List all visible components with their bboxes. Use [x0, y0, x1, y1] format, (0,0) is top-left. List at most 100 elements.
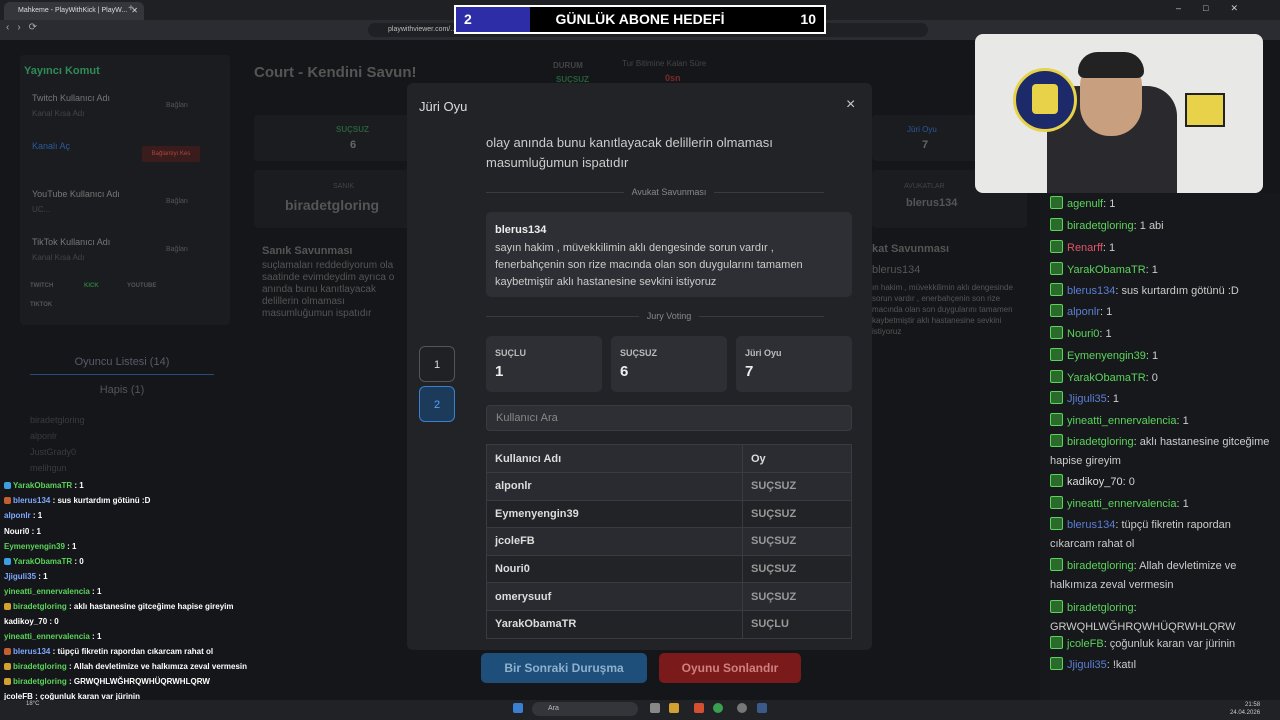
chat-username[interactable]: biradetgloring — [1067, 560, 1134, 572]
youtube-username-field[interactable]: UC... — [32, 205, 50, 214]
steam-icon[interactable] — [757, 703, 767, 713]
vote-table: Kullanıcı Adı Oy alponlr SUÇSUZ Eymenyeng… — [486, 444, 852, 639]
overlay-chat-text: : sus kurtardım götünü :D — [50, 496, 151, 505]
round-1-button[interactable]: 1 — [419, 346, 455, 382]
youtube-connect-button[interactable]: Bağlan — [166, 198, 188, 205]
url-text: playwithviewer.com/... — [388, 26, 457, 33]
chat-badge-icon — [1050, 517, 1063, 530]
chat-message: biradetgloring: 1 abi — [1050, 217, 1270, 236]
platform-tiktok[interactable]: TIKTOK — [30, 302, 52, 308]
chat-message: Nouri0: 1 — [1050, 325, 1270, 344]
jury-label: Jüri Oyu — [745, 348, 782, 358]
chat-text: : 1 — [1103, 198, 1116, 210]
twitch-username-field[interactable]: Kanal Kısa Adı — [32, 109, 84, 118]
chat-username[interactable]: blerus134 — [1067, 285, 1115, 297]
overlay-chat-text: : Allah devletimize ve halkımıza zeval v… — [66, 662, 248, 671]
chat-username[interactable]: yineatti_ennervalencia — [1067, 415, 1176, 427]
overlay-chat-message: Nouri0 : 1 — [4, 527, 41, 536]
goal-target: 10 — [800, 11, 816, 27]
streamer-panel-title: Yayıncı Komut — [24, 65, 100, 77]
chat-username[interactable]: agenulf — [1067, 198, 1103, 210]
chat-message: Jjiguli35: !katıl — [1050, 656, 1270, 675]
chat-username[interactable]: Renarff — [1067, 242, 1103, 254]
next-hearing-button[interactable]: Bir Sonraki Duruşma — [481, 653, 647, 683]
round-2-button[interactable]: 2 — [419, 386, 455, 422]
start-icon[interactable] — [513, 703, 523, 713]
player-item: alponlr — [30, 431, 58, 441]
chat-username[interactable]: biradetgloring — [1067, 436, 1134, 448]
row-vote: SUÇSUZ — [742, 472, 852, 501]
chat-message: YarakObamaTR: 1 — [1050, 261, 1270, 280]
platform-kick[interactable]: KICK — [84, 283, 99, 289]
overlay-chat-username: biradetgloring — [13, 602, 67, 611]
chat-username[interactable]: alponlr — [1067, 306, 1100, 318]
task-view-icon[interactable] — [650, 703, 660, 713]
chat-badge-icon — [4, 678, 11, 685]
chat-username[interactable]: Jjiguli35 — [1067, 659, 1107, 671]
chat-message: jcoleFB: çoğunluk karan var jürinin — [1050, 635, 1270, 654]
window-controls[interactable]: –□✕ — [1176, 3, 1260, 14]
new-tab-icon[interactable]: + — [128, 3, 134, 14]
chat-text: : 1 abi — [1133, 220, 1164, 232]
chat-username[interactable]: Eymenyengin39 — [1067, 350, 1146, 362]
clock-time: 21:58 — [1245, 702, 1261, 708]
platform-youtube[interactable]: YOUTUBE — [127, 283, 156, 289]
overlay-chat-message: biradetgloring : Allah devletimize ve ha… — [4, 662, 247, 671]
tiktok-username-field[interactable]: Kanal Kısa Adı — [32, 253, 84, 262]
overlay-chat-username: yineatti_ennervalencia — [4, 587, 90, 596]
chat-username[interactable]: yineatti_ennervalencia — [1067, 498, 1176, 510]
overlay-chat-text: : GRWQHLWĞHRQWHÜQRWHLQRW — [66, 677, 210, 686]
chat-username[interactable]: YarakObamaTR — [1067, 372, 1146, 384]
chat-username[interactable]: biradetgloring — [1067, 602, 1134, 614]
user-search-input[interactable] — [486, 405, 852, 431]
platform-twitch[interactable]: TWITCH — [30, 283, 53, 289]
jail-tab[interactable]: Hapis (1) — [30, 384, 214, 396]
bg-innocent-label: SUÇSUZ — [336, 125, 369, 134]
chat-username[interactable]: jcoleFB — [1067, 638, 1104, 650]
chat-username[interactable]: kadikoy_70 — [1067, 476, 1123, 488]
innocent-vote-card — [611, 336, 727, 392]
lawyer-defense-title: kat Savunması — [872, 243, 950, 255]
taskbar-search[interactable]: Ara — [532, 702, 638, 716]
chat-message: biradetgloring: GRWQHLWĞHRQWHÜQRWHLQRW — [1050, 599, 1270, 637]
club-logo-inner — [1032, 84, 1058, 114]
chat-text: : çoğunluk karan var jürinin — [1103, 638, 1236, 650]
nav-buttons[interactable]: ‹›⟳ — [6, 22, 45, 33]
brave-browser-icon[interactable] — [694, 703, 704, 713]
overlay-chat-username: biradetgloring — [13, 662, 67, 671]
twitch-connect-button[interactable]: Bağlan — [166, 102, 188, 109]
table-row: Nouri0 SUÇSUZ — [486, 554, 852, 584]
row-vote: SUÇSUZ — [742, 527, 852, 556]
open-channel-link[interactable]: Kanalı Aç — [32, 141, 70, 151]
modal-lawyer-text: sayın hakim , müvekkilimin aklı dengesin… — [495, 242, 803, 288]
chat-username[interactable]: Jjiguli35 — [1067, 393, 1107, 405]
tiktok-connect-button[interactable]: Bağlan — [166, 246, 188, 253]
chat-username[interactable]: biradetgloring — [1067, 220, 1134, 232]
close-icon[interactable]: × — [846, 96, 855, 114]
chat-username[interactable]: YarakObamaTR — [1067, 264, 1146, 276]
lawyer-defense-text: ın hakim , müvekkilimin aklı dengesinde … — [872, 283, 1013, 336]
overlay-chat-message: Eymenyengin39 : 1 — [4, 542, 76, 551]
overlay-chat-text: : 1 — [29, 527, 41, 536]
guilty-count: 1 — [495, 363, 504, 380]
end-game-button[interactable]: Oyunu Sonlandır — [659, 653, 801, 683]
overlay-chat-text: : 0 — [47, 617, 59, 626]
overlay-chat-username: YarakObamaTR — [13, 557, 73, 566]
overlay-chat-username: blerus134 — [13, 647, 51, 656]
player-list-tab[interactable]: Oyuncu Listesi (14) — [30, 356, 214, 375]
chrome-icon[interactable] — [713, 703, 723, 713]
chat-username[interactable]: Nouri0 — [1067, 328, 1099, 340]
clock[interactable]: 21:58 24.04.2026 — [1230, 701, 1260, 717]
voting-section-text: Jury Voting — [638, 311, 700, 321]
chat-username[interactable]: blerus134 — [1067, 519, 1115, 531]
file-explorer-icon[interactable] — [669, 703, 679, 713]
weather-widget[interactable]: 18°C — [26, 701, 39, 707]
row-username: omerysuuf — [486, 582, 743, 611]
overlay-chat-username: blerus134 — [13, 496, 51, 505]
chat-text: : 1 — [1102, 242, 1116, 254]
chat-badge-icon — [1050, 262, 1063, 275]
disconnect-button[interactable]: Bağlantıyı Kes — [142, 146, 200, 162]
overlay-chat-username: biradetgloring — [13, 677, 67, 686]
app-icon[interactable] — [737, 703, 747, 713]
browser-tab[interactable]: Mahkeme - PlayWithKick | PlayW... ✕ — [4, 2, 144, 20]
